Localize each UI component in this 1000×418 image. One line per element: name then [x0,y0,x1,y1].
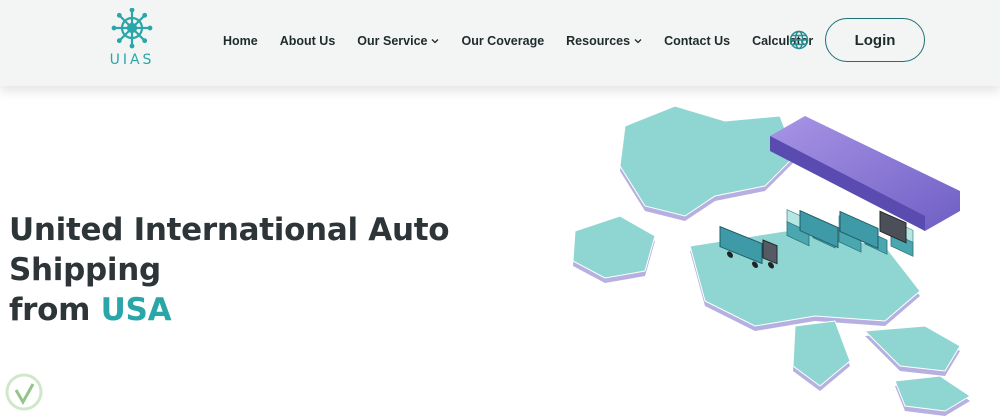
site-logo[interactable]: UIAS [100,8,164,70]
nav-item-our-coverage[interactable]: Our Coverage [461,34,544,48]
main-nav: Home About Us Our Service Our Coverage R… [210,0,835,82]
nav-item-contact-us[interactable]: Contact Us [664,34,730,48]
globe-icon[interactable] [789,30,809,50]
nav-item-label: About Us [279,34,336,48]
nav-item-label: Home [223,34,258,48]
nav-item-label: Contact Us [664,34,731,48]
hero-title-accent: USA [100,292,172,328]
logo-text: UIAS [109,52,155,68]
login-button[interactable]: Login [825,18,925,62]
nav-item-our-service[interactable]: Our Service [357,34,439,48]
shield-badge-icon [5,373,43,411]
world-map-shipping-illustration [572,105,971,416]
site-header: UIAS Home About Us Our Service Our Cover… [0,0,1000,86]
hero-title-prefix: from [9,292,101,328]
nav-item-about-us[interactable]: About Us [280,34,336,48]
nav-item-label: Resources [566,34,631,48]
nav-item-resources[interactable]: Resources [566,34,642,48]
hero-title-line1: United International Auto Shipping [9,212,450,288]
nav-item-label: Our Service [357,34,428,48]
chevron-down-icon [634,39,642,44]
nav-item-home[interactable]: Home [223,34,258,48]
hero-title: United International Auto Shipping from … [9,210,549,330]
chevron-down-icon [432,39,439,44]
nav-item-label: Our Coverage [461,34,545,48]
ship-wheel-icon [111,8,153,49]
